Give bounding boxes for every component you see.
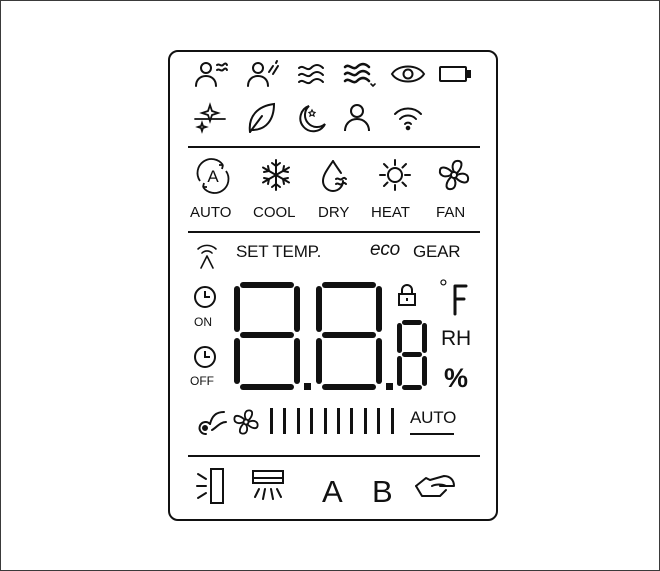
gear-label: GEAR [413, 242, 461, 261]
fan-speed-bar [390, 408, 394, 434]
fan-speed-bar [337, 408, 340, 434]
divider-bottom [188, 455, 480, 457]
digit-1 [234, 282, 300, 390]
mode-label-cool: COOL [253, 204, 296, 221]
eco-label: eco [370, 239, 401, 260]
letter-a-label: A [322, 474, 343, 509]
digit-3-small [397, 320, 427, 390]
ac-unit-icon [250, 468, 286, 504]
battery-icon [438, 64, 472, 84]
eye-icon [390, 62, 426, 86]
svg-text:A: A [207, 167, 219, 186]
swing-hand-icon [414, 472, 456, 502]
fan-speed-bar [283, 408, 287, 434]
timer-off-clock-icon [193, 345, 217, 369]
fan-speed-bar [310, 408, 314, 434]
percent-label: % [444, 363, 468, 393]
lock-icon [397, 283, 417, 307]
divider-middle [188, 231, 480, 233]
fan-speed-bar [350, 408, 354, 434]
fahrenheit-segment-icon [452, 283, 468, 317]
sleep-moon-icon [297, 102, 327, 134]
rh-label: RH [441, 327, 471, 350]
light-panel-icon [195, 466, 231, 506]
mode-label-heat: HEAT [371, 204, 410, 221]
auto-mode-icon: A [195, 158, 231, 194]
fan-auto-underline [410, 433, 454, 435]
digit-2 [316, 282, 382, 390]
fan-speed-bar [270, 408, 273, 434]
fan-speed-bar [377, 408, 381, 434]
letter-b-label: B [372, 474, 393, 509]
wifi-icon [393, 105, 423, 131]
mode-label-auto: AUTO [190, 204, 232, 221]
fan-auto-label: AUTO [410, 408, 457, 427]
wind-swirl-icon [196, 408, 230, 436]
signal-lambda-icon [195, 243, 219, 269]
strong-wind-icon [343, 62, 377, 88]
snowflake-icon [260, 158, 292, 192]
decimal-point-1 [304, 383, 311, 390]
sparkle-level-icon [193, 102, 227, 134]
fan-speed-bar [363, 408, 367, 434]
degree-symbol: ° [439, 275, 448, 300]
divider-top [188, 146, 480, 148]
sun-icon [378, 158, 412, 192]
mode-label-fan: FAN [436, 204, 466, 221]
person-airflow-icon [193, 60, 233, 90]
fan-icon [437, 158, 471, 192]
timer-off-label: OFF [190, 374, 214, 388]
person-icon [343, 103, 371, 133]
fan-speed-bar [323, 408, 327, 434]
wind-waves-icon [297, 62, 329, 88]
fahrenheit-label: F [0, 0, 1, 1]
leaf-icon [246, 102, 276, 134]
water-drop-icon [320, 158, 350, 194]
timer-on-clock-icon [193, 285, 217, 309]
set-temp-label: SET TEMP. [236, 242, 322, 261]
person-breeze-icon [245, 60, 285, 90]
mode-label-dry: DRY [318, 204, 350, 221]
decimal-point-2 [386, 383, 393, 390]
fan-speed-bar [296, 408, 300, 434]
timer-on-label: ON [194, 315, 212, 329]
fan-small-icon [232, 408, 260, 436]
